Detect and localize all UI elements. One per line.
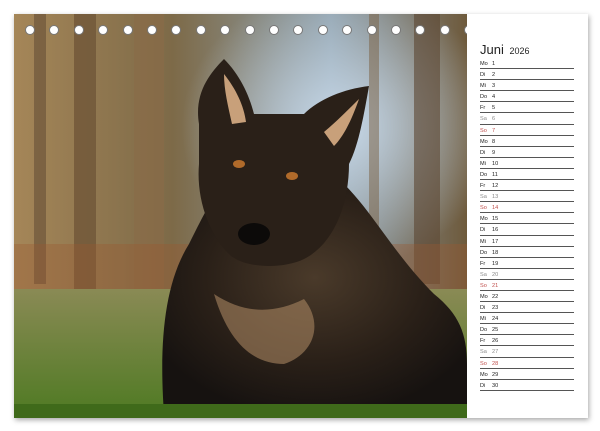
day-row: Mi 3 — [480, 80, 574, 92]
day-row: Sa 6 — [480, 113, 574, 125]
weekday-label: Di — [480, 382, 486, 389]
day-row: So 21 — [480, 280, 574, 291]
day-row: Di 23 — [480, 302, 574, 314]
day-row: Di 16 — [480, 224, 574, 236]
binding-ring — [195, 25, 206, 35]
binding-ring — [415, 25, 426, 35]
day-row: So 7 — [480, 125, 574, 136]
day-row: Do 11 — [480, 169, 574, 181]
binding-ring — [342, 25, 353, 35]
binding-ring — [220, 25, 231, 35]
day-list: Mo 1 Di 2 Mi 3 Do 4 Fr 5 Sa 6 So 7 Mo 8 Di 9 Mi 10 Do 11 Fr 12 S… — [480, 58, 574, 391]
day-row: Do 4 — [480, 91, 574, 103]
binding-ring — [73, 25, 84, 35]
day-row: Fr 26 — [480, 335, 574, 347]
binding-ring — [439, 25, 450, 35]
binding-ring — [49, 25, 60, 35]
day-row: Sa 13 — [480, 191, 574, 203]
binding-ring — [366, 25, 377, 35]
month-name: Juni — [480, 42, 504, 57]
binding-ring — [293, 25, 304, 35]
day-row: Do 25 — [480, 324, 574, 336]
dog-photo — [14, 14, 467, 418]
day-row: Do 18 — [480, 247, 574, 258]
day-row: Di 2 — [480, 69, 574, 81]
day-row: Fr 12 — [480, 180, 574, 192]
day-row: Mo 1 — [480, 58, 574, 70]
day-row: So 14 — [480, 202, 574, 214]
binding-ring — [317, 25, 328, 35]
binding-ring — [122, 25, 133, 35]
day-row: So 28 — [480, 358, 574, 369]
day-row: Mi 17 — [480, 236, 574, 247]
day-row: Di 30 — [480, 380, 574, 391]
binding-ring — [244, 25, 255, 35]
day-row: Mo 22 — [480, 291, 574, 303]
binding-ring — [25, 25, 35, 35]
day-row: Mi 10 — [480, 158, 574, 169]
day-row: Sa 20 — [480, 269, 574, 280]
day-row: Mi 24 — [480, 313, 574, 325]
day-row: Di 9 — [480, 147, 574, 158]
day-row: Fr 5 — [480, 102, 574, 114]
day-row: Mo 29 — [480, 369, 574, 380]
day-row: Mo 15 — [480, 213, 574, 225]
binding-ring — [147, 25, 157, 35]
binding-ring — [391, 25, 401, 35]
day-row: Mo 8 — [480, 136, 574, 147]
month-heading: Juni 2026 — [480, 42, 530, 57]
binding-ring — [269, 25, 279, 35]
day-row: Sa 27 — [480, 346, 574, 358]
year: 2026 — [509, 46, 530, 56]
day-row: Fr 19 — [480, 258, 574, 269]
binding-ring — [98, 25, 109, 35]
binding-ring — [171, 25, 182, 35]
day-number: 30 — [492, 382, 499, 389]
